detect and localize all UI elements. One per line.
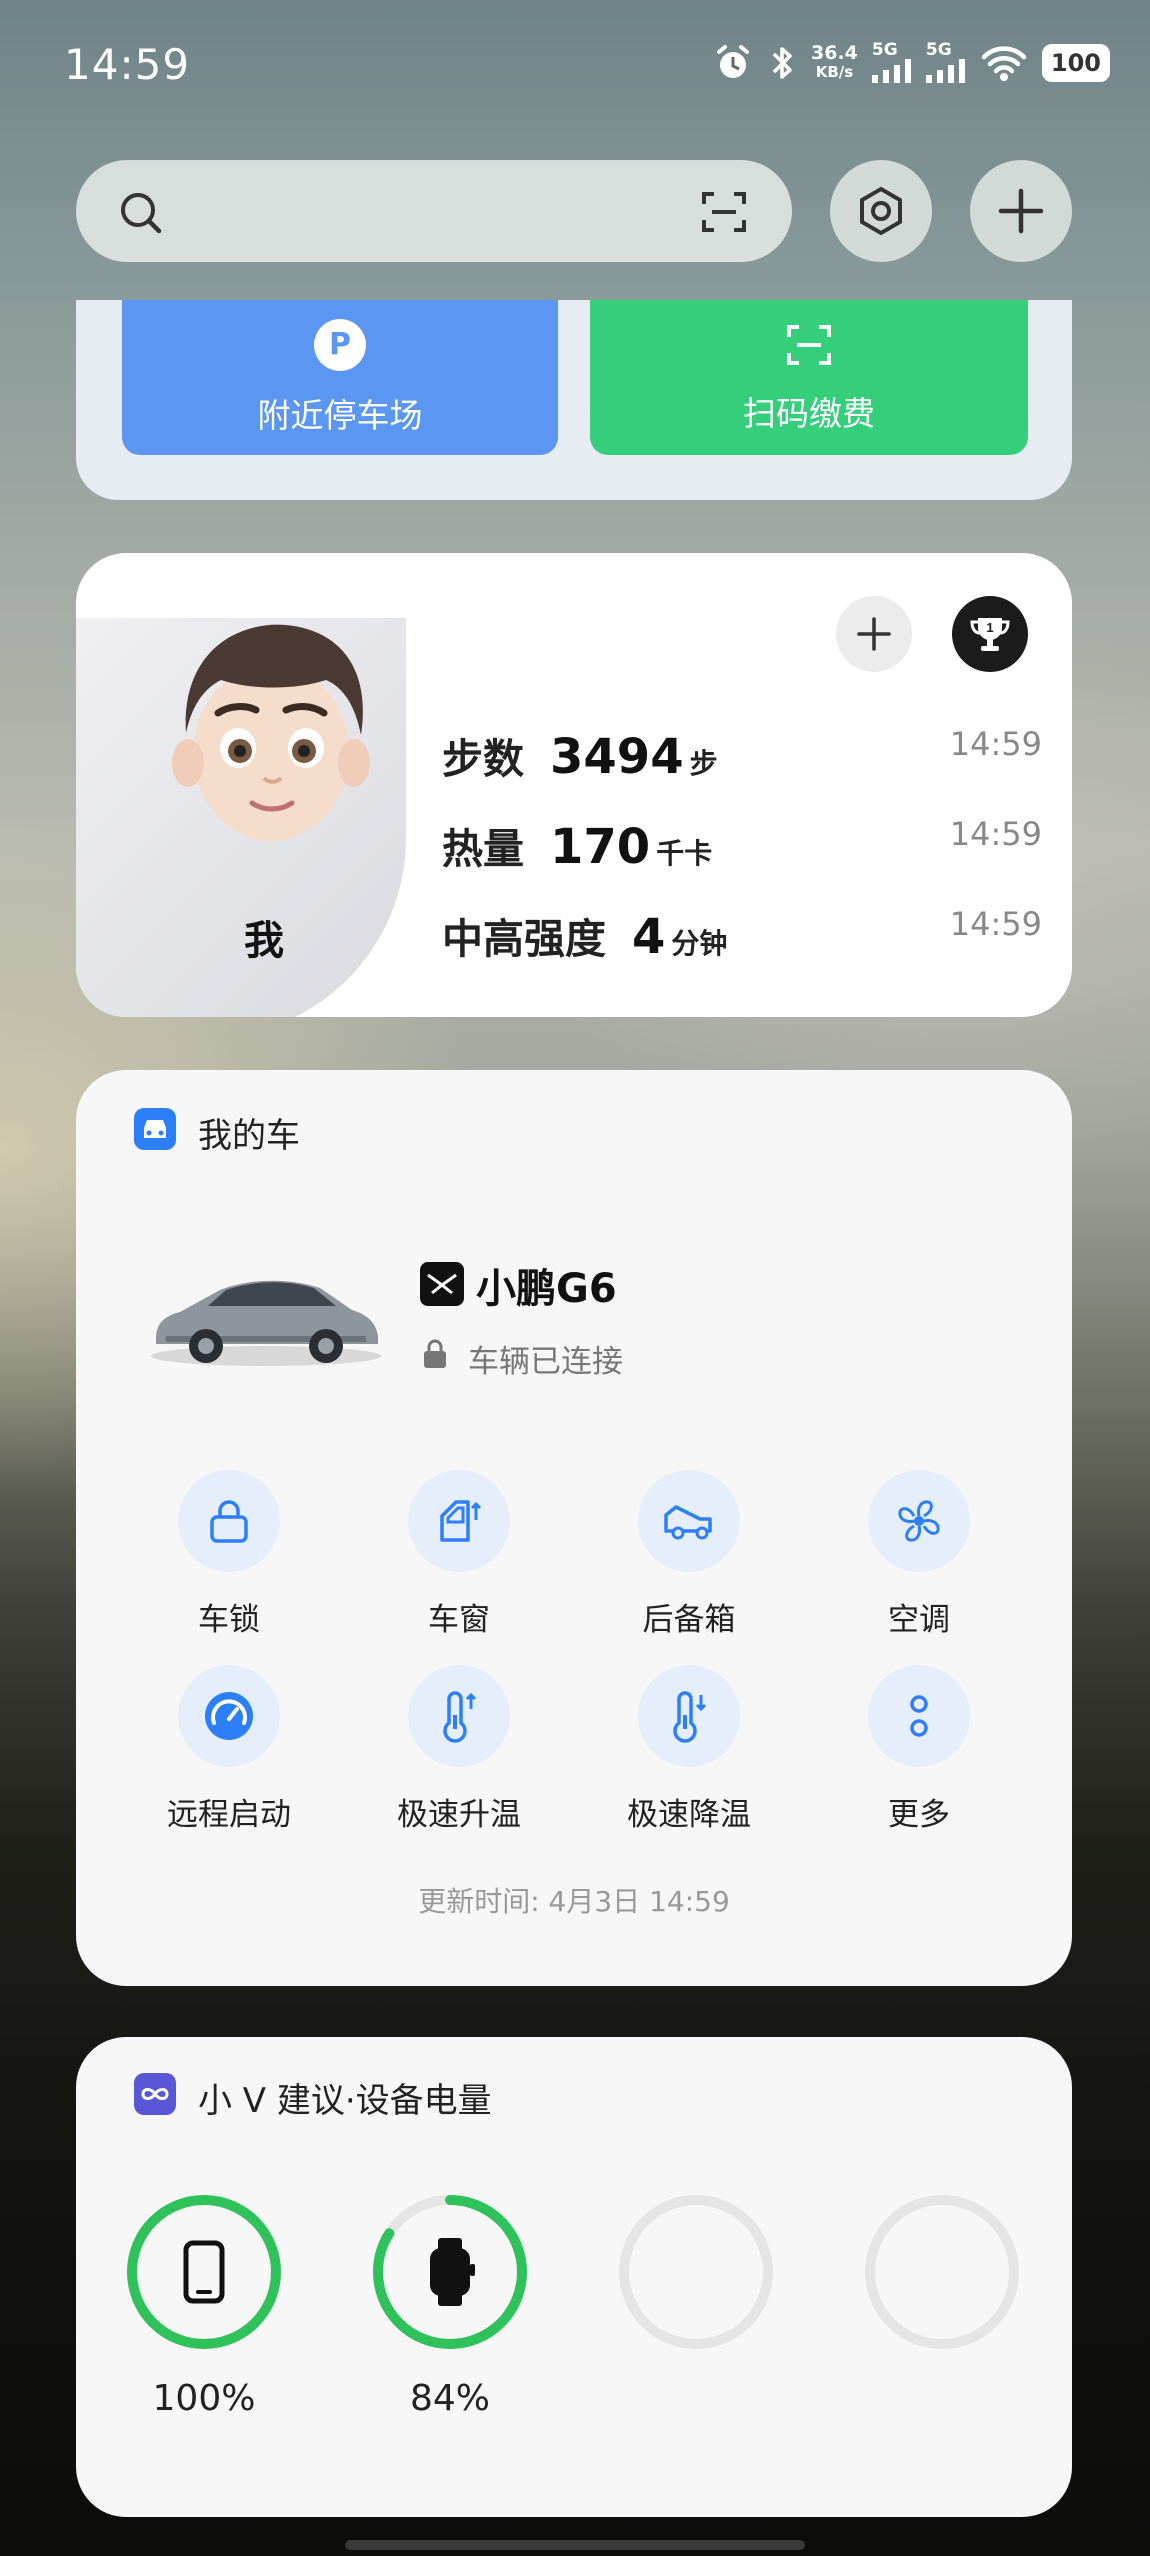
lock-status-icon (424, 1339, 446, 1368)
wifi-icon (981, 45, 1027, 81)
quick-heat-control[interactable]: 极速升温 (379, 1665, 539, 1834)
health-widget[interactable]: 我 1 步数 3494 步 14:59 热量 170 千卡 14:59 中高强度… (76, 553, 1072, 1017)
control-label: 车锁 (198, 1602, 260, 1638)
scan-icon[interactable] (700, 188, 748, 236)
metric-steps: 步数 3494 步 14:59 (442, 725, 1042, 785)
xiaov-app-icon (134, 2073, 176, 2115)
device-slot-empty[interactable] (616, 2192, 776, 2352)
car-updated-time: 更新时间: 4月3日 14:59 (418, 1885, 730, 1918)
metric-label: 步数 (442, 735, 524, 783)
hexagon-settings-button[interactable] (830, 160, 932, 262)
quick-cool-control[interactable]: 极速降温 (609, 1665, 769, 1834)
empty-battery-ring (619, 2195, 773, 2349)
device-battery-percent: 84% (409, 2378, 490, 2419)
net-speed: 36.4 KB/s (811, 41, 858, 82)
control-label: 极速降温 (627, 1797, 751, 1833)
control-label: 空调 (888, 1602, 950, 1638)
control-label: 后备箱 (642, 1602, 736, 1638)
nearby-parking-label: 附近停车场 (257, 395, 423, 435)
signal-icon (925, 59, 965, 83)
search-icon (121, 193, 162, 234)
signal-sim2: 5G (925, 40, 966, 83)
trophy-button[interactable]: 1 (952, 596, 1028, 672)
empty-battery-ring (865, 2195, 1019, 2349)
metric-time: 14:59 (949, 725, 1042, 763)
metric-label: 热量 (442, 825, 524, 873)
control-label: 极速升温 (397, 1797, 521, 1833)
window-icon (440, 1500, 482, 1542)
car-widget-title: 我的车 (198, 1116, 300, 1156)
status-icons: 36.4 KB/s 5G 5G 100 (713, 42, 1110, 83)
metric-value: 170 (550, 819, 651, 875)
status-time: 14:59 (64, 40, 191, 89)
more-icon (910, 1695, 928, 1737)
sim2-label: 5G (925, 40, 952, 60)
phone-icon (183, 2240, 225, 2304)
signal-sim1: 5G (871, 40, 912, 83)
my-car-widget[interactable]: 我的车 小鹏G6 车辆已连接 车锁 车窗 后备箱 空调 远程启动 极速升温 极速… (76, 1070, 1072, 1986)
remote-start-control[interactable]: 远程启动 (149, 1665, 309, 1834)
svg-text:1: 1 (986, 620, 993, 635)
trophy-icon: 1 (970, 618, 1010, 651)
fan-icon (898, 1500, 940, 1542)
car-app-icon (134, 1108, 176, 1150)
battery-indicator: 100 (1041, 43, 1110, 82)
device-battery-widget[interactable]: 小 V 建议·设备电量 100% 84% (76, 2037, 1072, 2517)
home-indicator[interactable] (345, 2540, 805, 2550)
nearby-parking-tile[interactable]: P 附近停车场 (122, 300, 558, 455)
hexagon-icon (860, 186, 902, 236)
xpeng-logo (420, 1262, 464, 1306)
lock-icon (210, 1500, 248, 1543)
sim1-label: 5G (871, 40, 898, 60)
metric-unit: 千卡 (656, 837, 713, 870)
watch-icon (430, 2238, 475, 2306)
parking-icon: P (314, 318, 366, 371)
car-trunk-control[interactable]: 后备箱 (609, 1470, 769, 1639)
add-health-button[interactable] (836, 596, 912, 672)
device-battery-percent: 100% (152, 2378, 256, 2419)
metric-calories: 热量 170 千卡 14:59 (442, 815, 1042, 875)
metric-intensity: 中高强度 4 分钟 14:59 (442, 905, 1042, 965)
user-name: 我 (244, 918, 284, 964)
control-label: 更多 (888, 1797, 950, 1833)
net-speed-value: 36.4 (811, 41, 858, 64)
car-lock-control[interactable]: 车锁 (149, 1470, 309, 1639)
battery-widget-title: 小 V 建议·设备电量 (198, 2081, 492, 2121)
speedometer-icon (205, 1692, 253, 1740)
metric-unit: 步 (689, 747, 718, 780)
car-model: 小鹏G6 (476, 1266, 617, 1312)
net-speed-unit: KB/s (815, 62, 854, 81)
thermometer-down-icon (673, 1691, 707, 1743)
car-image (151, 1280, 381, 1366)
metric-time: 14:59 (949, 815, 1042, 853)
more-controls[interactable]: 更多 (839, 1665, 999, 1834)
metric-time: 14:59 (949, 905, 1042, 943)
scan-icon (787, 324, 831, 365)
car-connection-status: 车辆已连接 (468, 1344, 623, 1380)
avatar (172, 624, 370, 841)
trunk-icon (664, 1505, 712, 1540)
plus-icon (998, 188, 1044, 234)
metric-value: 3494 (550, 729, 684, 785)
thermometer-up-icon (443, 1691, 477, 1743)
signal-icon (871, 59, 911, 83)
metric-unit: 分钟 (671, 927, 728, 960)
search-bar[interactable] (76, 160, 792, 262)
bluetooth-icon (772, 46, 792, 79)
scan-pay-tile[interactable]: 扫码缴费 (590, 300, 1028, 455)
scan-pay-label: 扫码缴费 (743, 393, 875, 433)
control-label: 车窗 (428, 1602, 490, 1638)
metric-value: 4 (632, 909, 666, 965)
metric-label: 中高强度 (442, 915, 606, 963)
device-phone[interactable]: 100% (124, 2192, 284, 2419)
car-window-control[interactable]: 车窗 (379, 1470, 539, 1639)
device-watch[interactable]: 84% (370, 2192, 530, 2419)
plus-icon (857, 617, 891, 651)
car-ac-control[interactable]: 空调 (839, 1470, 999, 1639)
add-widget-button[interactable] (970, 160, 1072, 262)
device-slot-empty[interactable] (862, 2192, 1022, 2352)
control-label: 远程启动 (167, 1797, 291, 1833)
alarm-icon (717, 44, 749, 78)
